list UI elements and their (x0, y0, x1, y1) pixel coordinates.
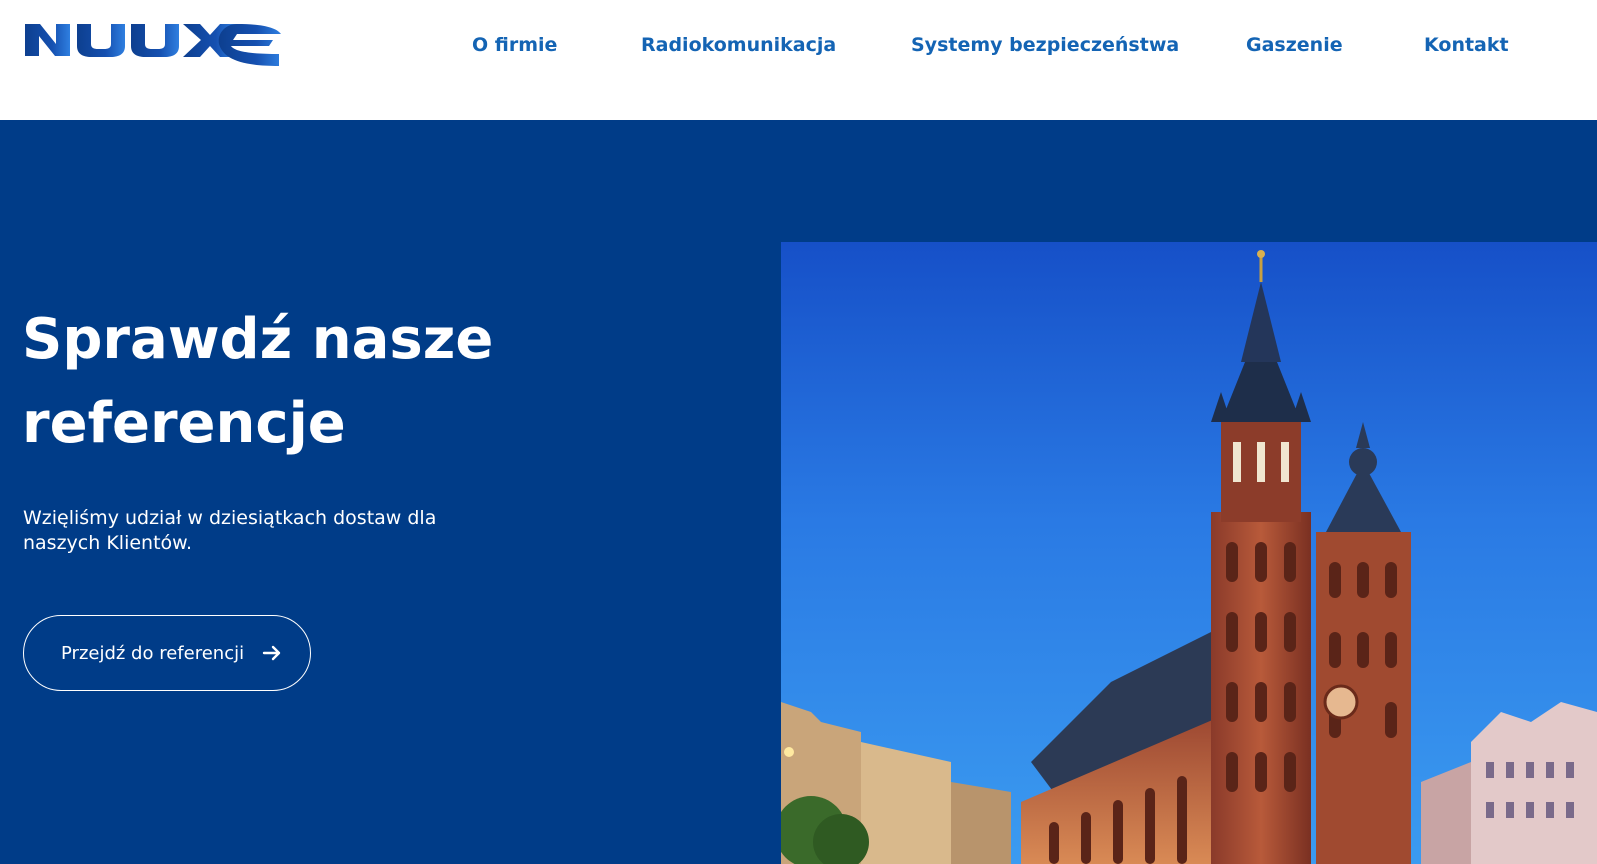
nav-item-radiokomunikacja[interactable]: Radiokomunikacja (641, 34, 836, 56)
references-button[interactable]: Przejdź do referencji (23, 615, 311, 691)
hero-section: Sprawdź nasze referencje Wzięliśmy udzia… (0, 120, 1597, 864)
church-photo (781, 242, 1597, 864)
references-button-label: Przejdź do referencji (61, 642, 245, 664)
main-nav: O firmie Radiokomunikacja Systemy bezpie… (0, 0, 1597, 96)
nav-item-gaszenie[interactable]: Gaszenie (1246, 34, 1343, 56)
church-illustration (781, 242, 1597, 864)
hero-subtitle: Wzięliśmy udział w dziesiątkach dostaw d… (23, 507, 437, 554)
site-header: O firmie Radiokomunikacja Systemy bezpie… (0, 0, 1597, 120)
nav-item-kontakt[interactable]: Kontakt (1424, 34, 1509, 56)
nav-item-systemy-bezpieczenstwa[interactable]: Systemy bezpieczeństwa (911, 34, 1179, 56)
arrow-right-icon (262, 643, 282, 663)
nav-item-o-firmie[interactable]: O firmie (472, 34, 557, 56)
hero-title: Sprawdź nasze referencje (22, 307, 494, 456)
